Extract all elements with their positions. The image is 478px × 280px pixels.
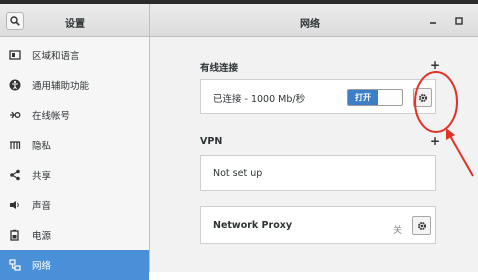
sidebar-item-label: 区域和语言	[32, 51, 80, 62]
online-accounts-icon	[8, 108, 22, 122]
sidebar-header: 设置	[0, 4, 150, 37]
sidebar-item-online-accounts[interactable]: 在线帐号	[0, 100, 149, 130]
share-icon	[8, 168, 22, 182]
sidebar-item-sharing[interactable]: 共享	[0, 160, 149, 190]
network-proxy-card: Network Proxy 关	[200, 206, 436, 244]
main-header: 网络	[150, 4, 478, 37]
vpn-section-title: VPN	[200, 136, 223, 147]
proxy-settings-button[interactable]	[412, 216, 431, 235]
sidebar-item-sound[interactable]: 声音	[0, 190, 149, 220]
privacy-icon	[8, 138, 22, 152]
sidebar-item-region-language[interactable]: 区域和语言	[0, 40, 149, 70]
sidebar-item-label: 在线帐号	[32, 111, 71, 122]
sidebar-item-label: 通用辅助功能	[32, 81, 90, 92]
add-vpn-button[interactable]: +	[430, 134, 440, 148]
wired-section-title: 有线连接	[200, 63, 239, 74]
accessibility-icon	[8, 78, 22, 92]
gear-icon	[417, 221, 426, 230]
toggle-on-label: 打开	[348, 90, 378, 105]
proxy-state-text: 关	[393, 226, 403, 236]
vpn-card: Not set up	[200, 155, 436, 191]
sidebar-item-network[interactable]: 网络	[0, 250, 149, 280]
network-proxy-label: Network Proxy	[213, 220, 293, 231]
sidebar-item-accessibility[interactable]: 通用辅助功能	[0, 70, 149, 100]
network-icon	[8, 258, 22, 272]
network-panel: 有线连接 + 已连接 - 1000 Mb/秒 打开 VPN + Not set …	[150, 37, 478, 272]
maximize-icon	[455, 17, 463, 25]
wired-settings-button[interactable]	[413, 88, 432, 107]
wired-toggle-switch[interactable]: 打开	[347, 89, 403, 106]
sidebar-item-label: 隐私	[32, 141, 52, 152]
add-wired-button[interactable]: +	[430, 58, 440, 72]
sidebar: 区域和语言 通用辅助功能 在线帐号 隐私 共享 声音 电源 网络	[0, 37, 150, 280]
sidebar-item-privacy[interactable]: 隐私	[0, 130, 149, 160]
sound-icon	[8, 198, 22, 212]
page-title: 网络	[300, 19, 320, 30]
maximize-button[interactable]	[452, 14, 466, 28]
minimize-icon	[430, 22, 436, 24]
minimize-button[interactable]	[426, 14, 440, 28]
sidebar-item-power[interactable]: 电源	[0, 220, 149, 250]
region-icon	[8, 48, 22, 62]
sidebar-item-label: 共享	[32, 171, 52, 182]
sidebar-item-label: 声音	[32, 201, 52, 212]
sidebar-item-label: 电源	[32, 231, 52, 242]
wired-status-text: 已连接 - 1000 Mb/秒	[213, 94, 306, 105]
sidebar-item-label: 网络	[32, 261, 52, 272]
sidebar-title: 设置	[65, 19, 85, 30]
plus-icon: +	[430, 134, 441, 148]
gear-icon	[418, 93, 427, 102]
power-icon	[8, 228, 22, 242]
vpn-status-text: Not set up	[213, 168, 263, 179]
wired-connection-card: 已连接 - 1000 Mb/秒 打开	[200, 79, 436, 114]
plus-icon: +	[430, 58, 441, 72]
